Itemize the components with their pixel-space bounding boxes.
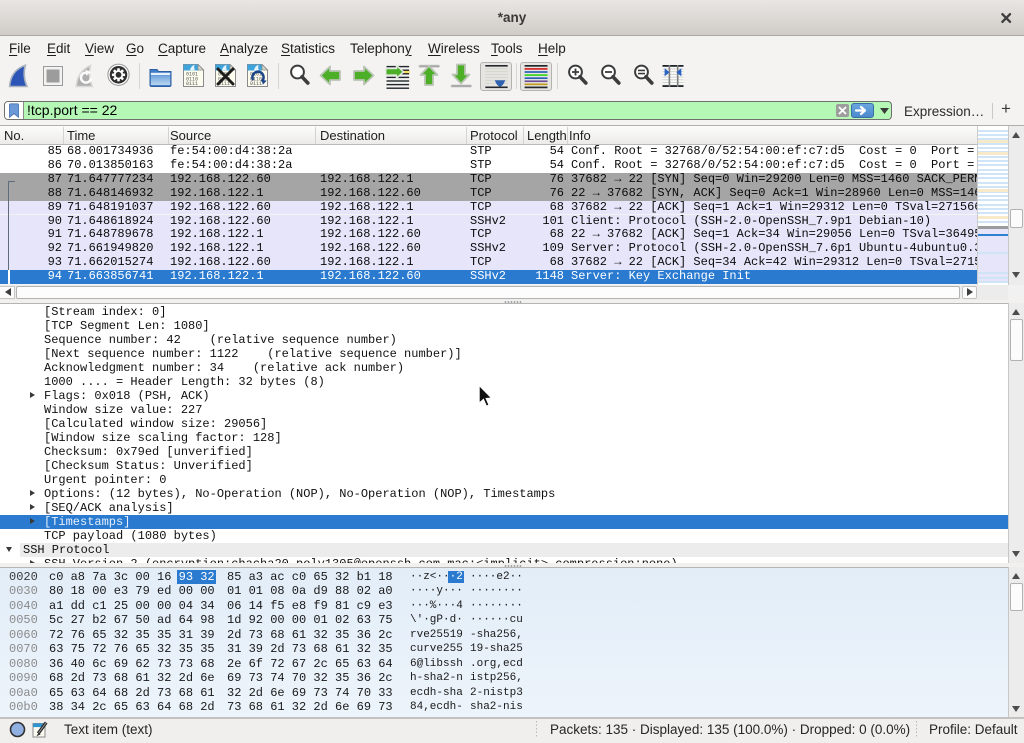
svg-text:0111: 0111: [186, 81, 198, 87]
svg-text:0111: 0111: [250, 81, 262, 87]
